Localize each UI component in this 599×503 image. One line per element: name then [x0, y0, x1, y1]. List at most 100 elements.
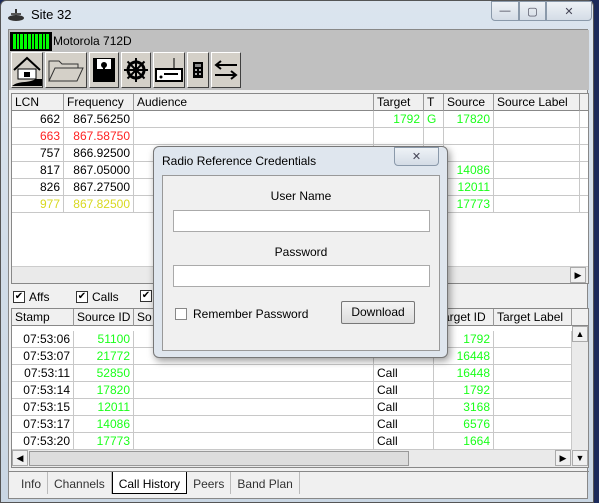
tab-call-history[interactable]: Call History — [111, 472, 188, 494]
history-row[interactable]: 07:53:17 14086 Call 6576 — [12, 416, 588, 433]
frequency-cell: 867.05000 — [64, 162, 134, 179]
main-window: Site 32 — ▢ ✕ Motorola 712D LCN Frequency… — [0, 0, 594, 503]
password-input[interactable] — [173, 265, 430, 287]
frequency-cell: 866.92500 — [64, 145, 134, 162]
stamp-cell: 07:53:14 — [12, 382, 74, 399]
target-label-cell — [494, 416, 572, 433]
calls-checkbox[interactable]: ✔ Calls — [76, 290, 119, 304]
remember-password-checkbox[interactable]: Remember Password — [175, 307, 308, 321]
target-label-cell — [494, 348, 572, 365]
affs-checkbox[interactable]: ✔ Affs — [13, 290, 49, 304]
target-label-cell — [494, 399, 572, 416]
source-id-cell: 12011 — [74, 399, 134, 416]
audience-cell — [134, 111, 374, 128]
stamp-cell: 07:53:06 — [12, 331, 74, 348]
column-header: T — [424, 94, 444, 111]
username-label: User Name — [270, 189, 332, 203]
download-button[interactable]: Download — [341, 301, 415, 324]
history-row[interactable]: 07:53:15 12011 Call 3168 — [12, 399, 588, 416]
call-type-cell: Call — [374, 365, 434, 382]
dialog-close-button[interactable]: ✕ — [394, 147, 439, 166]
call-type-cell: Call — [374, 382, 434, 399]
target-label-cell — [494, 433, 572, 450]
tab-bar: Info Channels Call History Peers Band Pl… — [9, 471, 589, 495]
swap-arrows-icon — [214, 60, 238, 80]
source-cell — [444, 145, 494, 162]
call-type-cell: Call — [374, 416, 434, 433]
affs-label: Affs — [29, 290, 50, 304]
wheel-icon — [124, 58, 148, 82]
stamp-cell: 07:53:17 — [12, 416, 74, 433]
channels-header[interactable]: LCN Frequency Audience Target T Source Source … — [12, 94, 588, 111]
window-title: Site 32 — [31, 7, 72, 22]
save-icon — [93, 58, 115, 82]
source-cell: 12011 — [444, 179, 494, 196]
history-row[interactable]: 07:53:20 17773 Call 1664 — [12, 433, 588, 450]
source-id-cell: 17773 — [74, 433, 134, 450]
lcn-cell: 662 — [12, 111, 64, 128]
history-row[interactable]: 07:53:11 52850 Call 16448 — [12, 365, 588, 382]
filter-checkbox[interactable]: ✔ — [140, 290, 152, 302]
scanner-icon — [155, 58, 183, 82]
column-header: Stamp — [12, 309, 74, 326]
source-label-cell — [494, 111, 580, 128]
username-input[interactable] — [173, 210, 430, 232]
scroll-up-icon[interactable]: ▲ — [572, 326, 588, 342]
frequency-cell: 867.27500 — [64, 179, 134, 196]
tab-peers[interactable]: Peers — [187, 472, 232, 494]
swap-button[interactable] — [211, 52, 241, 88]
target-id-cell: 3168 — [434, 399, 494, 416]
source-id-cell: 52850 — [74, 365, 134, 382]
source-label-cell — [494, 162, 580, 179]
history-vertical-scrollbar[interactable]: ▲ — [572, 326, 588, 450]
type-cell — [424, 128, 444, 145]
history-horizontal-scrollbar[interactable]: ◀ ▶ ▼ — [12, 450, 588, 467]
home-icon — [12, 56, 42, 86]
tab-info[interactable]: Info — [15, 472, 49, 494]
source-id-cell: 17820 — [74, 382, 134, 399]
lcn-cell: 977 — [12, 196, 64, 213]
radio-model: Motorola 712D — [53, 34, 132, 48]
channel-row[interactable]: 662 867.56250 1792 G 17820 — [12, 111, 588, 128]
check-icon: ✔ — [13, 291, 25, 303]
source-id-cell: 14086 — [74, 416, 134, 433]
frequency-cell: 867.56250 — [64, 111, 134, 128]
column-header: Target Label — [494, 309, 572, 326]
signal-meter — [10, 32, 52, 51]
type-cell: G — [424, 111, 444, 128]
source-cell: 17773 — [444, 196, 494, 213]
checkbox-box — [175, 308, 187, 320]
minimize-button[interactable]: — — [491, 1, 519, 21]
target-cell — [374, 128, 424, 145]
history-row[interactable]: 07:53:14 17820 Call 1792 — [12, 382, 588, 399]
home-button[interactable] — [11, 52, 43, 88]
password-label: Password — [274, 245, 328, 259]
stamp-cell: 07:53:20 — [12, 433, 74, 450]
settings-button[interactable] — [121, 52, 151, 88]
stamp-cell: 07:53:15 — [12, 399, 74, 416]
scroll-down-icon[interactable]: ▼ — [572, 450, 588, 466]
channel-row[interactable]: 663 867.58750 — [12, 128, 588, 145]
scroll-right-icon[interactable]: ▶ — [555, 450, 571, 466]
tab-band-plan[interactable]: Band Plan — [231, 472, 300, 494]
status-bar: Motorola 712D — [9, 30, 589, 52]
scroll-left-icon[interactable]: ◀ — [12, 450, 28, 466]
source-label-cell — [494, 128, 580, 145]
scanner-button[interactable] — [153, 52, 185, 88]
column-header: Frequency — [64, 94, 134, 111]
close-button[interactable]: ✕ — [546, 1, 592, 21]
tab-channels[interactable]: Channels — [48, 472, 112, 494]
calculator-icon — [193, 62, 203, 78]
source-label-cell — [494, 145, 580, 162]
calculator-button[interactable] — [187, 52, 209, 88]
scroll-right-icon[interactable]: ▶ — [570, 267, 586, 283]
save-button[interactable] — [89, 52, 119, 88]
maximize-button[interactable]: ▢ — [519, 1, 546, 21]
scroll-thumb[interactable] — [29, 451, 409, 466]
open-button[interactable] — [45, 52, 87, 88]
dialog-title: Radio Reference Credentials — [162, 154, 317, 168]
column-header: Source Label — [494, 94, 580, 111]
frequency-cell: 867.58750 — [64, 128, 134, 145]
frequency-cell: 867.82500 — [64, 196, 134, 213]
remember-label: Remember Password — [193, 307, 309, 321]
